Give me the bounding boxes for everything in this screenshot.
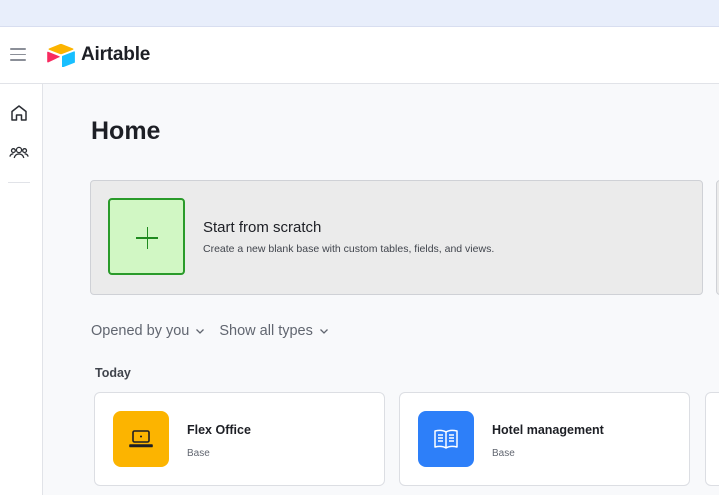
start-from-scratch-card[interactable]: Start from scratch Create a new blank ba… xyxy=(90,180,703,295)
app-header: Airtable xyxy=(0,27,719,84)
browser-top-strip xyxy=(0,0,719,27)
type-filter-label: Show all types xyxy=(219,323,313,339)
airtable-logo[interactable]: Airtable xyxy=(47,42,150,68)
page-title: Home xyxy=(91,117,161,145)
base-type: Base xyxy=(187,448,210,459)
people-icon[interactable] xyxy=(9,143,29,163)
app-name: Airtable xyxy=(81,44,151,65)
chevron-down-icon xyxy=(319,329,328,334)
base-card-partial[interactable] xyxy=(705,392,719,486)
section-label-today: Today xyxy=(95,366,131,380)
sidebar xyxy=(0,84,43,495)
sidebar-divider xyxy=(8,182,30,183)
airtable-logo-icon xyxy=(47,43,75,67)
base-name: Flex Office xyxy=(187,423,251,437)
chevron-down-icon xyxy=(196,329,205,334)
base-card-flex-office[interactable]: Flex Office Base xyxy=(94,392,385,486)
base-name: Hotel management xyxy=(492,423,604,437)
opened-by-label: Opened by you xyxy=(91,323,190,339)
base-card-hotel-management[interactable]: Hotel management Base xyxy=(399,392,690,486)
scratch-title: Start from scratch xyxy=(203,219,322,236)
scratch-description: Create a new blank base with custom tabl… xyxy=(203,243,495,255)
main-content: Home Start from scratch Create a new bla… xyxy=(43,84,719,495)
opened-by-filter[interactable]: Opened by you xyxy=(91,323,205,339)
menu-icon[interactable] xyxy=(10,48,26,61)
filter-bar: Opened by you Show all types xyxy=(91,323,329,339)
type-filter[interactable]: Show all types xyxy=(219,323,329,339)
base-type: Base xyxy=(492,448,515,459)
plus-icon xyxy=(108,198,185,275)
home-icon[interactable] xyxy=(9,103,29,123)
book-icon xyxy=(418,411,474,467)
laptop-icon xyxy=(113,411,169,467)
